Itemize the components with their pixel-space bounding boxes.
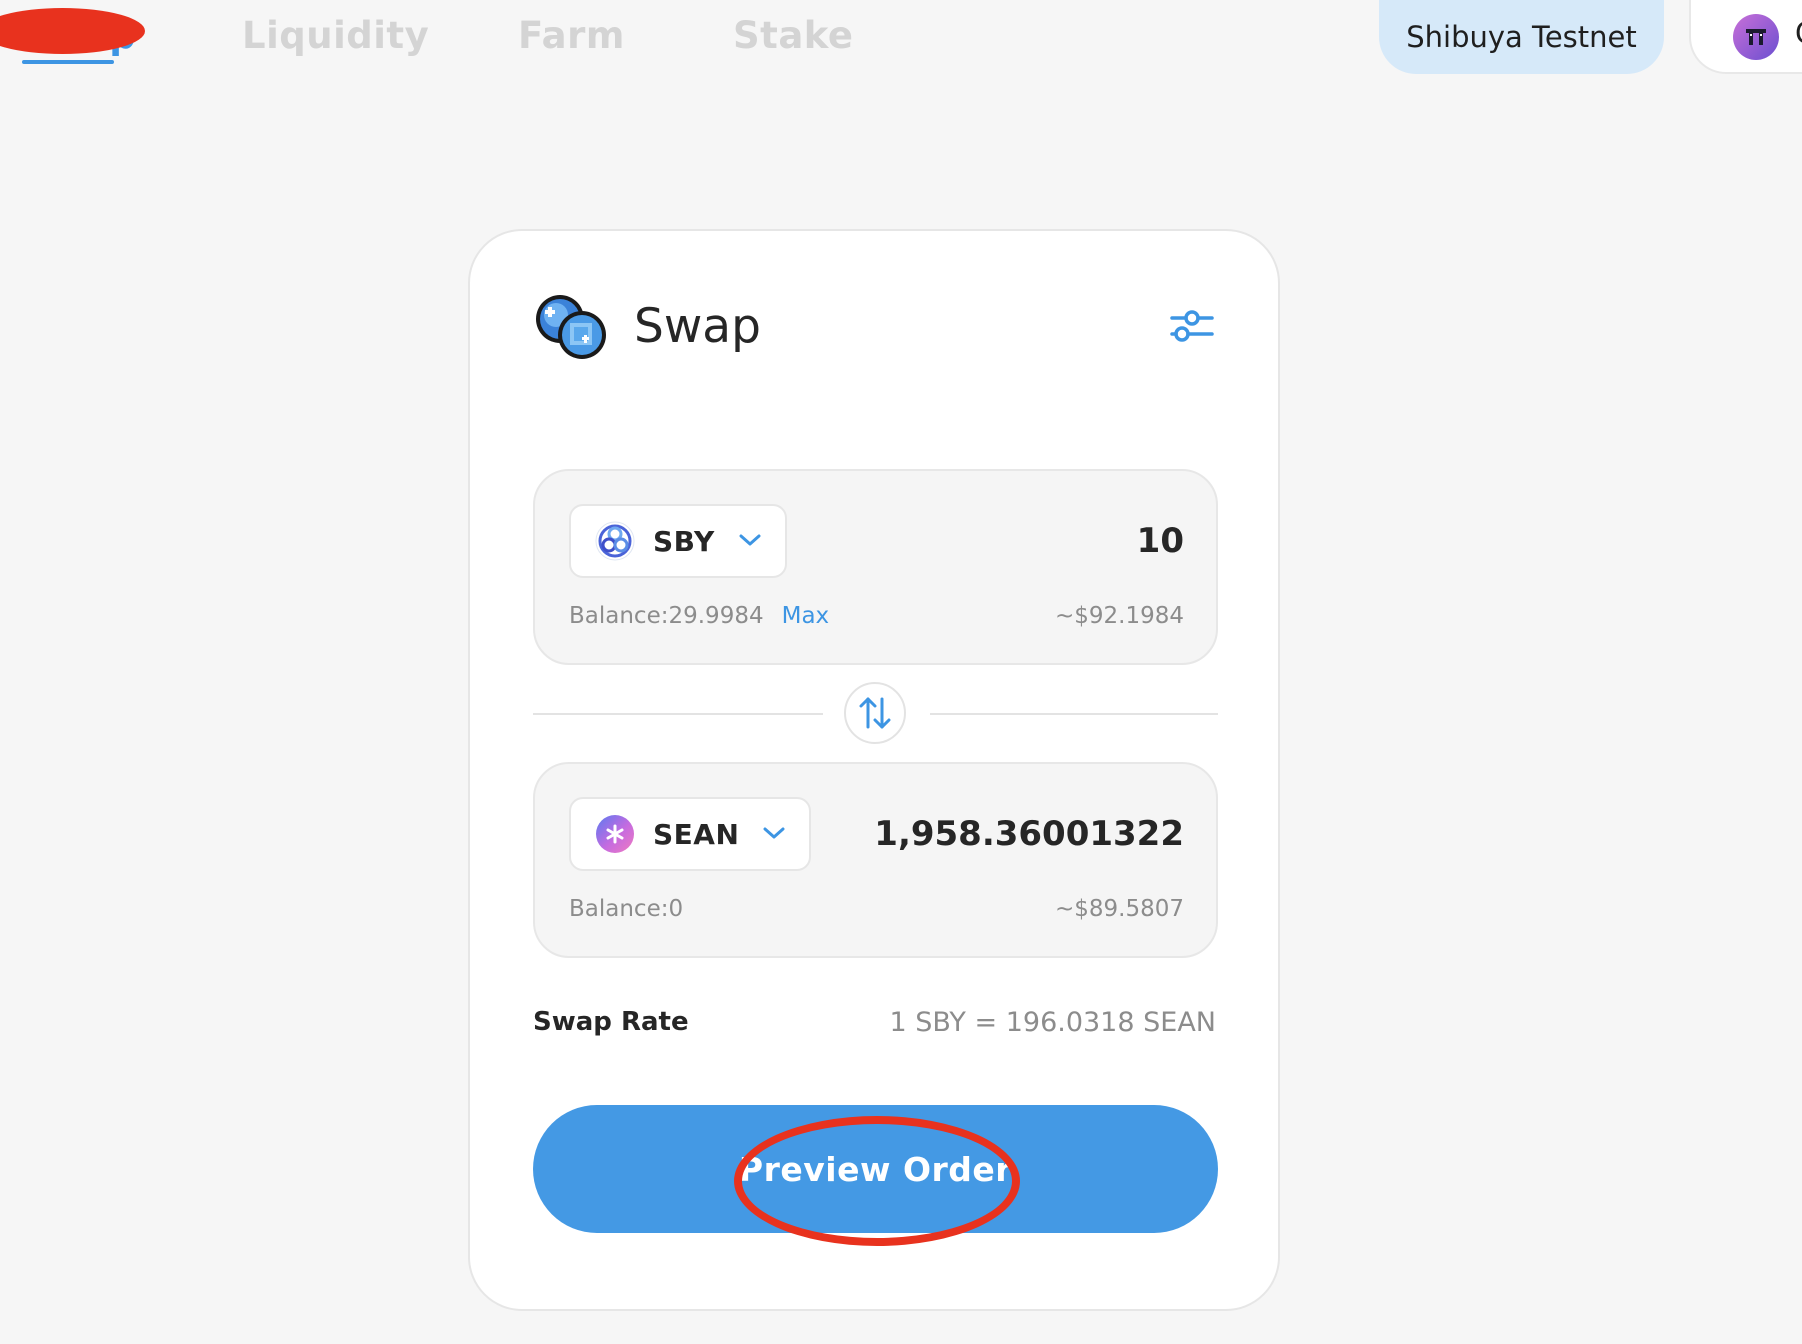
swap-coins-icon <box>532 293 612 367</box>
divider-right <box>930 713 1218 715</box>
swap-rate-value: 1 SBY = 196.0318 SEAN <box>889 1007 1216 1038</box>
to-usd-value: ~$89.5807 <box>1054 896 1184 922</box>
tab-swap[interactable]: Swap <box>22 14 136 57</box>
chevron-down-icon <box>739 532 761 551</box>
divider-left <box>533 713 823 715</box>
sliders-icon[interactable] <box>1170 307 1214 349</box>
to-token-symbol: SEAN <box>653 817 740 851</box>
tab-liquidity[interactable]: Liquidity <box>242 14 429 57</box>
to-balance: Balance:0 <box>569 896 684 922</box>
swap-arrows-icon[interactable] <box>844 682 906 744</box>
to-balance-row: Balance:0 <box>569 896 683 922</box>
to-token-select[interactable]: SEAN <box>569 797 812 871</box>
max-button[interactable]: Max <box>782 603 830 629</box>
from-usd-value: ~$92.1984 <box>1054 603 1184 629</box>
tab-farm[interactable]: Farm <box>518 14 625 57</box>
from-token-panel: SBY 10 Balance:29.9984 Max ~$92.1984 <box>533 469 1218 665</box>
swap-rate-label: Swap Rate <box>533 1007 689 1037</box>
card-title: Swap <box>634 299 761 354</box>
active-tab-underline <box>22 60 114 64</box>
preview-order-label: Preview Order <box>738 1149 1013 1189</box>
from-balance: Balance:29.9984 <box>569 603 764 629</box>
swap-card: Swap SBY 10 Balance:29.9984 Max ~$92.198… <box>468 229 1280 1311</box>
network-label: Shibuya Testnet <box>1406 20 1637 54</box>
chevron-down-icon <box>763 825 785 844</box>
tab-stake[interactable]: Stake <box>733 14 854 57</box>
sean-token-icon <box>595 814 635 854</box>
from-token-select[interactable]: SBY <box>569 504 787 578</box>
wallet-avatar-icon <box>1733 14 1779 60</box>
wallet-button[interactable]: C <box>1689 0 1802 74</box>
preview-order-button[interactable]: Preview Order <box>533 1105 1218 1233</box>
network-button[interactable]: Shibuya Testnet <box>1379 0 1664 74</box>
from-amount-input[interactable]: 10 <box>1137 521 1184 561</box>
to-token-panel: SEAN 1,958.36001322 Balance:0 ~$89.5807 <box>533 762 1218 958</box>
wallet-address-label: C <box>1795 16 1802 50</box>
from-balance-row: Balance:29.9984 Max <box>569 603 829 629</box>
shiden-token-icon <box>595 521 635 561</box>
to-amount-output: 1,958.36001322 <box>874 814 1184 854</box>
from-token-symbol: SBY <box>653 524 715 558</box>
